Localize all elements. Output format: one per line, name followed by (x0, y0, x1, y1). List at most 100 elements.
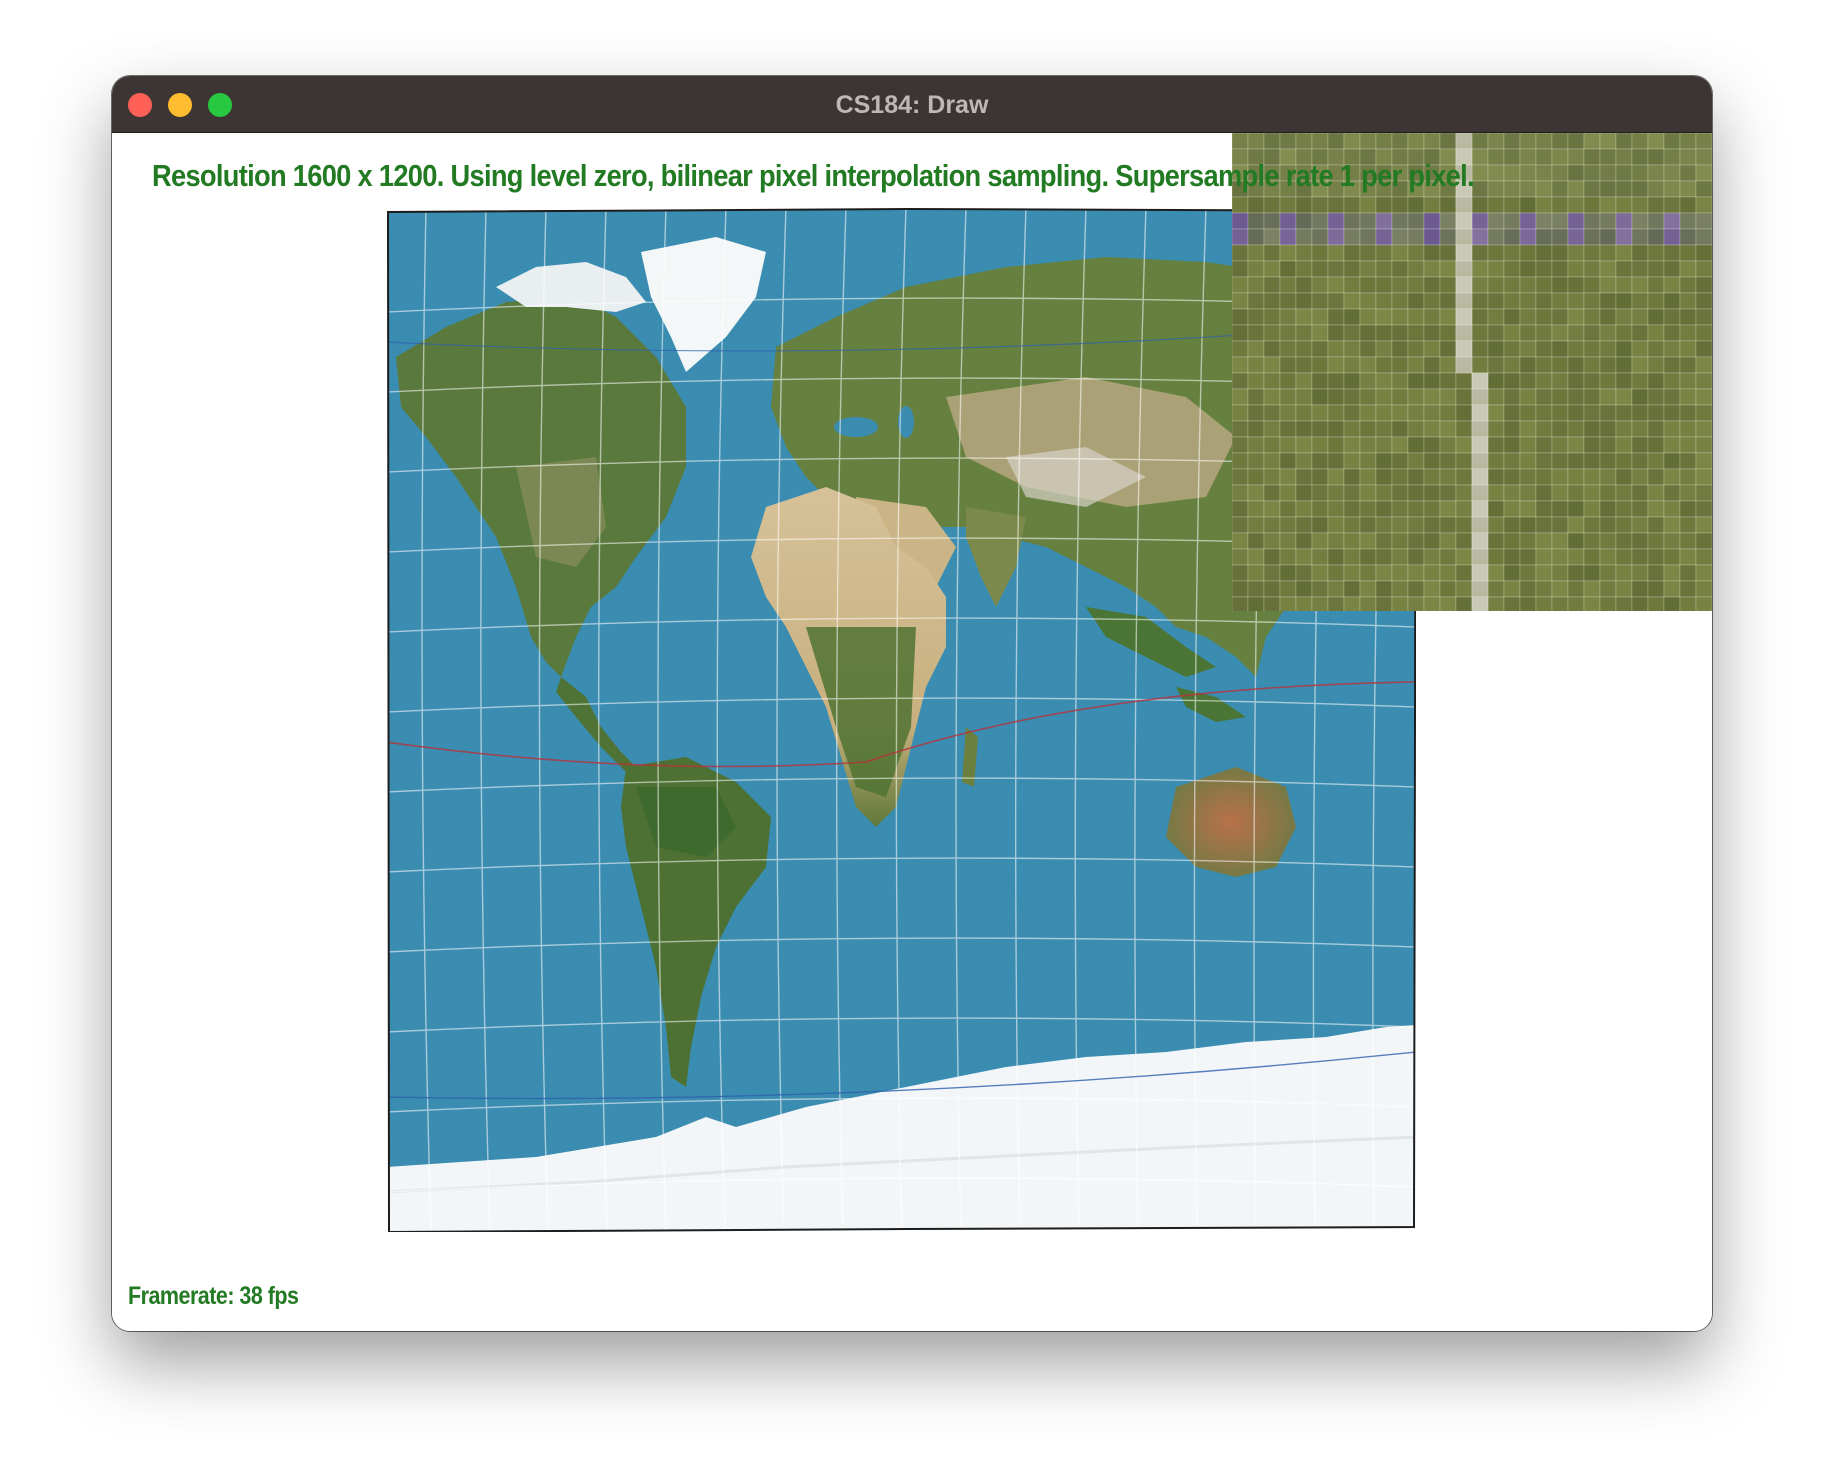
zoom-pixel (1311, 580, 1329, 598)
zoom-pixel (1551, 292, 1569, 310)
zoom-pixel (1423, 133, 1441, 150)
zoom-pixel (1359, 580, 1377, 598)
zoom-pixel (1583, 484, 1601, 502)
zoom-pixel (1583, 580, 1601, 598)
zoom-pixel (1327, 228, 1345, 246)
zoom-pixel (1295, 228, 1313, 246)
title-bar[interactable]: CS184: Draw (112, 76, 1712, 133)
zoom-pixel (1535, 420, 1553, 438)
zoom-pixel (1583, 516, 1601, 534)
zoom-pixel (1647, 196, 1665, 214)
zoom-pixel (1327, 436, 1345, 454)
zoom-pixel (1263, 212, 1281, 230)
zoom-pixel (1663, 532, 1681, 550)
zoom-pixel (1695, 292, 1712, 310)
zoom-pixel (1407, 596, 1425, 611)
zoom-pixel (1695, 548, 1712, 566)
zoom-pixel (1647, 148, 1665, 166)
zoom-pixel (1455, 468, 1473, 486)
zoom-pixel (1647, 500, 1665, 518)
zoom-pixel (1391, 532, 1409, 550)
zoom-pixel (1599, 212, 1617, 230)
zoom-pixel (1551, 532, 1569, 550)
zoom-pixel (1503, 133, 1521, 150)
zoom-pixel (1279, 420, 1297, 438)
zoom-pixel (1247, 324, 1265, 342)
zoom-pixel (1471, 308, 1489, 326)
zoom-pixel (1551, 276, 1569, 294)
zoom-pixel (1343, 500, 1361, 518)
zoom-pixel (1359, 133, 1377, 150)
zoom-pixel (1359, 308, 1377, 326)
zoom-pixel (1439, 420, 1457, 438)
zoom-pixel (1615, 500, 1633, 518)
zoom-pixel (1615, 228, 1633, 246)
zoom-pixel (1487, 516, 1505, 534)
zoom-pixel (1407, 500, 1425, 518)
zoom-pixel (1375, 532, 1393, 550)
zoom-pixel (1295, 436, 1313, 454)
zoom-pixel (1679, 276, 1697, 294)
zoom-pixel (1471, 356, 1489, 374)
zoom-pixel (1471, 180, 1489, 198)
zoom-pixel (1503, 244, 1521, 262)
zoom-pixel (1247, 580, 1265, 598)
zoom-pixel (1647, 292, 1665, 310)
zoom-pixel (1232, 260, 1249, 278)
zoom-pixel (1471, 228, 1489, 246)
zoom-pixel (1663, 260, 1681, 278)
zoom-pixel (1663, 404, 1681, 422)
zoom-pixel (1471, 516, 1489, 534)
zoom-pixel (1615, 356, 1633, 374)
zoom-pixel (1503, 436, 1521, 454)
zoom-pixel (1599, 388, 1617, 406)
zoom-inset (1232, 133, 1712, 611)
zoom-pixel (1423, 452, 1441, 470)
zoom-pixel (1679, 532, 1697, 550)
zoom-pixel (1375, 340, 1393, 358)
zoom-pixel (1519, 228, 1537, 246)
zoom-pixel (1375, 196, 1393, 214)
zoom-pixel (1407, 516, 1425, 534)
zoom-pixel (1423, 372, 1441, 390)
zoom-pixel (1631, 276, 1649, 294)
zoom-pixel (1471, 212, 1489, 230)
zoom-pixel (1232, 484, 1249, 502)
zoom-pixel (1663, 276, 1681, 294)
zoom-pixel (1279, 292, 1297, 310)
zoom-pixel (1247, 404, 1265, 422)
zoom-pixel (1471, 580, 1489, 598)
zoom-pixel (1519, 324, 1537, 342)
zoom-pixel (1551, 356, 1569, 374)
zoom-pixel (1279, 500, 1297, 518)
zoom-pixel (1311, 292, 1329, 310)
zoom-pixel (1695, 308, 1712, 326)
zoom-pixel (1343, 308, 1361, 326)
zoom-pixel (1232, 276, 1249, 294)
zoom-pixel (1615, 484, 1633, 502)
zoom-pixel (1455, 388, 1473, 406)
zoom-pixel (1279, 548, 1297, 566)
zoom-pixel (1615, 548, 1633, 566)
render-canvas[interactable]: Resolution 1600 x 1200. Using level zero… (112, 133, 1712, 1331)
zoom-pixel (1519, 548, 1537, 566)
zoom-pixel (1423, 388, 1441, 406)
zoom-pixel (1663, 212, 1681, 230)
zoom-pixel (1263, 372, 1281, 390)
zoom-pixel (1647, 164, 1665, 182)
zoom-pixel (1263, 260, 1281, 278)
zoom-pixel (1631, 388, 1649, 406)
zoom-pixel (1551, 228, 1569, 246)
zoom-pixel (1375, 500, 1393, 518)
zoom-pixel (1567, 596, 1585, 611)
zoom-pixel (1567, 340, 1585, 358)
zoom-pixel (1647, 484, 1665, 502)
zoom-pixel (1343, 564, 1361, 582)
zoom-pixel (1695, 356, 1712, 374)
zoom-pixel (1567, 292, 1585, 310)
zoom-pixel (1232, 548, 1249, 566)
zoom-pixel (1647, 180, 1665, 198)
zoom-pixel (1519, 388, 1537, 406)
zoom-pixel (1551, 372, 1569, 390)
zoom-pixel (1631, 500, 1649, 518)
